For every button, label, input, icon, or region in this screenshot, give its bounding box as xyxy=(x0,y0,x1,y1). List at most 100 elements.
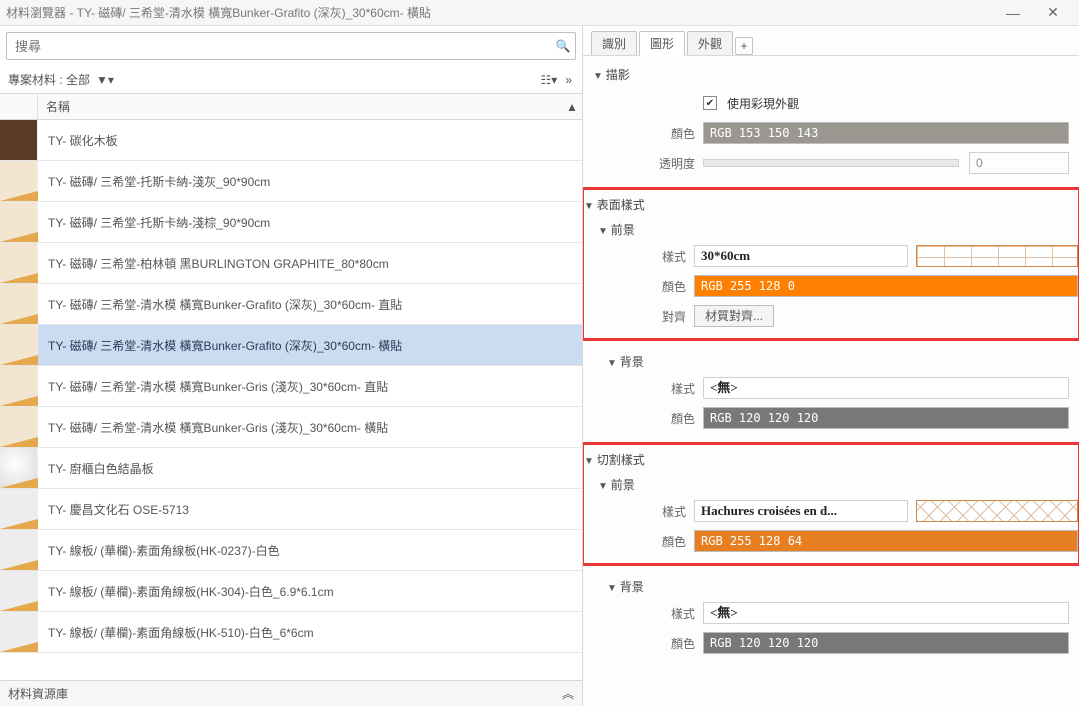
cut-fg-color-label: 顏色 xyxy=(584,533,694,550)
collapse-icon[interactable]: ︽ xyxy=(562,685,574,702)
material-thumbnail xyxy=(0,366,38,406)
sort-icon[interactable]: ▲ xyxy=(562,100,582,114)
material-row[interactable]: TY- 磁磚/ 三希堂-托斯卡納-淺灰_90*90cm xyxy=(0,161,582,202)
transparency-slider[interactable] xyxy=(703,159,959,167)
material-name: TY- 碳化木板 xyxy=(38,132,582,149)
window-title: 材料瀏覽器 - TY- 磁磚/ 三希堂-清水模 橫寬Bunker-Grafito… xyxy=(6,4,993,21)
surf-fg-color-field[interactable]: RGB 255 128 0 xyxy=(694,275,1078,297)
cut-background-header[interactable]: 背景 xyxy=(593,574,1069,597)
material-row[interactable]: TY- 慶昌文化石 OSE-5713 xyxy=(0,489,582,530)
cut-fg-pattern-label: 樣式 xyxy=(584,503,694,520)
use-render-checkbox[interactable]: ✔ xyxy=(703,96,717,110)
project-materials-toolbar: 專案材料 : 全部 ▼▾ ☷▾ » xyxy=(0,66,582,94)
cut-bg-pattern-label: 樣式 xyxy=(593,605,703,622)
titlebar: 材料瀏覽器 - TY- 磁磚/ 三希堂-清水模 橫寬Bunker-Grafito… xyxy=(0,0,1079,26)
minimize-icon[interactable]: — xyxy=(993,5,1033,21)
search-input[interactable]: 🔍 xyxy=(6,32,576,60)
search-icon[interactable]: 🔍 xyxy=(551,39,575,53)
material-name: TY- 磁磚/ 三希堂-清水模 橫寬Bunker-Gris (淺灰)_30*60… xyxy=(38,419,582,436)
expand-icon[interactable]: » xyxy=(563,73,574,87)
project-materials-label: 專案材料 : 全部 xyxy=(8,71,90,88)
filter-icon[interactable]: ▼▾ xyxy=(94,73,116,87)
left-panel: 🔍 專案材料 : 全部 ▼▾ ☷▾ » 名稱 ▲ TY- 碳化木板 TY- 磁磚/… xyxy=(0,26,583,706)
tab-graphics[interactable]: 圖形 xyxy=(639,31,685,56)
tab-appearance[interactable]: 外觀 xyxy=(687,31,733,55)
material-row[interactable]: TY- 磁磚/ 三希堂-柏林頓 黑BURLINGTON GRAPHITE_80*… xyxy=(0,243,582,284)
shading-section[interactable]: 描影 xyxy=(593,62,1069,87)
surface-foreground-header[interactable]: 前景 xyxy=(584,217,1078,240)
cut-fg-pattern-field[interactable]: Hachures croisées en d... xyxy=(694,500,908,522)
properties-panel: 識別 圖形 外觀 + 描影 ✔ 使用彩現外觀 顏色 RGB 153 150 14… xyxy=(583,26,1079,706)
material-name: TY- 磁磚/ 三希堂-托斯卡納-淺灰_90*90cm xyxy=(38,173,582,190)
material-name: TY- 線板/ (華欄)-素面角線板(HK-304)-白色_6.9*6.1cm xyxy=(38,583,582,600)
transparency-value[interactable]: 0 xyxy=(969,152,1069,174)
material-thumbnail xyxy=(0,325,38,365)
material-row[interactable]: TY- 線板/ (華欄)-素面角線板(HK-0237)-白色 xyxy=(0,530,582,571)
surf-bg-pattern-label: 樣式 xyxy=(593,380,703,397)
close-icon[interactable]: ✕ xyxy=(1033,4,1073,21)
material-thumbnail xyxy=(0,243,38,283)
material-thumbnail xyxy=(0,530,38,570)
material-row[interactable]: TY- 磁磚/ 三希堂-清水模 橫寬Bunker-Grafito (深灰)_30… xyxy=(0,325,582,366)
material-thumbnail xyxy=(0,489,38,529)
use-render-label: 使用彩現外觀 xyxy=(727,95,799,112)
material-thumbnail xyxy=(0,202,38,242)
material-name: TY- 磁磚/ 三希堂-清水模 橫寬Bunker-Grafito (深灰)_30… xyxy=(38,296,582,313)
cut-pattern-header[interactable]: 切割樣式 xyxy=(584,447,1078,472)
material-row[interactable]: TY- 磁磚/ 三希堂-托斯卡納-淺棕_90*90cm xyxy=(0,202,582,243)
material-name: TY- 線板/ (華欄)-素面角線板(HK-0237)-白色 xyxy=(38,542,582,559)
material-thumbnail xyxy=(0,448,38,488)
materials-list[interactable]: TY- 碳化木板 TY- 磁磚/ 三希堂-托斯卡納-淺灰_90*90cm TY- 磁… xyxy=(0,120,582,680)
surface-background-header[interactable]: 背景 xyxy=(593,349,1069,372)
add-tab-button[interactable]: + xyxy=(735,37,753,55)
material-name: TY- 廚櫃白色結晶板 xyxy=(38,460,582,477)
surf-fg-pattern-field[interactable]: 30*60cm xyxy=(694,245,908,267)
material-thumbnail xyxy=(0,161,38,201)
cut-pattern-section: 切割樣式 前景 樣式 Hachures croisées en d... 顏色 … xyxy=(583,442,1079,566)
cut-foreground-header[interactable]: 前景 xyxy=(584,472,1078,495)
surf-bg-color-label: 顏色 xyxy=(593,410,703,427)
material-row[interactable]: TY- 線板/ (華欄)-素面角線板(HK-510)-白色_6*6cm xyxy=(0,612,582,653)
material-name: TY- 磁磚/ 三希堂-清水模 橫寬Bunker-Gris (淺灰)_30*60… xyxy=(38,378,582,395)
material-row[interactable]: TY- 廚櫃白色結晶板 xyxy=(0,448,582,489)
cut-fg-pattern-swatch[interactable] xyxy=(916,500,1078,522)
cut-bg-color-field[interactable]: RGB 120 120 120 xyxy=(703,632,1069,654)
cut-fg-color-field[interactable]: RGB 255 128 64 xyxy=(694,530,1078,552)
material-name: TY- 磁磚/ 三希堂-清水模 橫寬Bunker-Grafito (深灰)_30… xyxy=(38,337,582,354)
surface-pattern-section: 表面樣式 前景 樣式 30*60cm 顏色 RGB 255 128 0 對齊 材… xyxy=(583,187,1079,341)
material-thumbnail xyxy=(0,571,38,611)
tab-identity[interactable]: 識別 xyxy=(591,31,637,55)
surf-fg-pattern-label: 樣式 xyxy=(584,248,694,265)
list-header: 名稱 ▲ xyxy=(0,94,582,120)
texture-align-button[interactable]: 材質對齊... xyxy=(694,305,774,327)
column-name[interactable]: 名稱 xyxy=(38,98,562,115)
surface-pattern-header[interactable]: 表面樣式 xyxy=(584,192,1078,217)
material-row[interactable]: TY- 磁磚/ 三希堂-清水模 橫寬Bunker-Gris (淺灰)_30*60… xyxy=(0,407,582,448)
material-thumbnail xyxy=(0,284,38,324)
cut-bg-color-label: 顏色 xyxy=(593,635,703,652)
material-row[interactable]: TY- 碳化木板 xyxy=(0,120,582,161)
surf-bg-pattern-field[interactable]: <無> xyxy=(703,377,1069,399)
tabs: 識別 圖形 外觀 + xyxy=(583,26,1079,56)
shading-color-label: 顏色 xyxy=(593,125,703,142)
shading-color-field[interactable]: RGB 153 150 143 xyxy=(703,122,1069,144)
material-row[interactable]: TY- 線板/ (華欄)-素面角線板(HK-304)-白色_6.9*6.1cm xyxy=(0,571,582,612)
list-view-icon[interactable]: ☷▾ xyxy=(539,73,560,87)
library-label: 材料資源庫 xyxy=(8,685,68,702)
material-row[interactable]: TY- 磁磚/ 三希堂-清水模 橫寬Bunker-Grafito (深灰)_30… xyxy=(0,284,582,325)
surf-bg-color-field[interactable]: RGB 120 120 120 xyxy=(703,407,1069,429)
material-name: TY- 慶昌文化石 OSE-5713 xyxy=(38,501,582,518)
surf-fg-pattern-swatch[interactable] xyxy=(916,245,1078,267)
material-name: TY- 磁磚/ 三希堂-托斯卡納-淺棕_90*90cm xyxy=(38,214,582,231)
cut-bg-pattern-field[interactable]: <無> xyxy=(703,602,1069,624)
material-thumbnail xyxy=(0,120,38,160)
material-name: TY- 磁磚/ 三希堂-柏林頓 黑BURLINGTON GRAPHITE_80*… xyxy=(38,255,582,272)
align-label: 對齊 xyxy=(584,308,694,325)
material-row[interactable]: TY- 磁磚/ 三希堂-清水模 橫寬Bunker-Gris (淺灰)_30*60… xyxy=(0,366,582,407)
material-thumbnail xyxy=(0,612,38,652)
search-field[interactable] xyxy=(7,39,551,54)
library-bar[interactable]: 材料資源庫 ︽ xyxy=(0,680,582,706)
material-name: TY- 線板/ (華欄)-素面角線板(HK-510)-白色_6*6cm xyxy=(38,624,582,641)
material-thumbnail xyxy=(0,407,38,447)
transparency-label: 透明度 xyxy=(593,155,703,172)
